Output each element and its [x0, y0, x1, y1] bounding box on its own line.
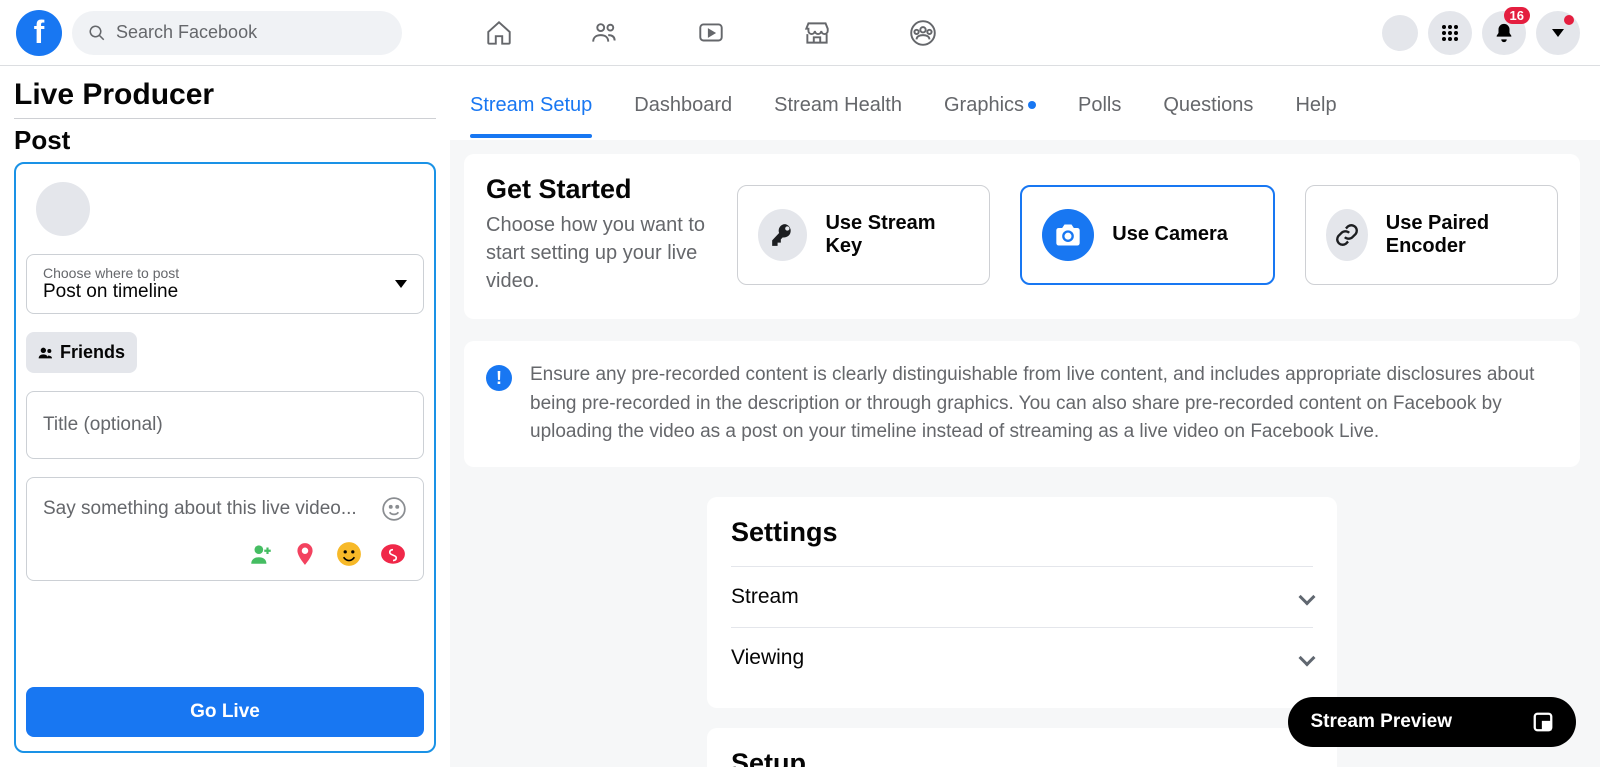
tab-graphics[interactable]: Graphics [944, 72, 1036, 135]
stream-preview-pill[interactable]: Stream Preview [1288, 697, 1576, 747]
title-placeholder: Title (optional) [43, 414, 163, 435]
notice-text: Ensure any pre-recorded content is clear… [530, 361, 1558, 447]
menu-grid-icon [1440, 23, 1460, 43]
notification-badge: 16 [1504, 7, 1530, 24]
alert-dot [1564, 15, 1574, 25]
setup-title: Setup [731, 748, 1313, 767]
tab-help[interactable]: Help [1295, 72, 1336, 135]
search-input[interactable]: Search Facebook [72, 11, 402, 55]
key-icon [770, 222, 796, 248]
facebook-logo[interactable]: f [16, 10, 62, 56]
top-header: f Search Facebook 16 [0, 0, 1600, 66]
chevron-down-icon [1299, 649, 1316, 666]
emoji-icon[interactable] [381, 496, 407, 522]
tabs: Stream Setup Dashboard Stream Health Gra… [450, 66, 1600, 140]
page-title: Live Producer [14, 78, 436, 112]
notifications-button[interactable]: 16 [1482, 11, 1526, 55]
settings-row-stream[interactable]: Stream [731, 566, 1313, 627]
title-input[interactable]: Title (optional) [26, 391, 424, 459]
user-avatar[interactable] [36, 182, 90, 236]
settings-title: Settings [731, 517, 1313, 548]
nav-groups[interactable] [878, 7, 968, 59]
nav-home[interactable] [454, 7, 544, 59]
option-label: Use Camera [1112, 223, 1228, 246]
nav-watch[interactable] [666, 7, 756, 59]
indicator-dot [1028, 101, 1036, 109]
donate-icon[interactable] [379, 540, 407, 568]
tab-stream-setup[interactable]: Stream Setup [470, 72, 592, 135]
nav-friends[interactable] [560, 7, 650, 59]
audience-chip[interactable]: Friends [26, 332, 137, 373]
friends-icon [38, 345, 54, 361]
chevron-down-icon [1552, 29, 1564, 37]
option-label: Use Paired Encoder [1386, 212, 1537, 258]
settings-card: Settings Stream Viewing [707, 497, 1337, 708]
select-value: Post on timeline [43, 281, 179, 303]
option-paired-encoder[interactable]: Use Paired Encoder [1305, 185, 1558, 285]
audience-label: Friends [60, 342, 125, 363]
location-icon[interactable] [291, 540, 319, 568]
select-label: Choose where to post [43, 265, 179, 281]
divider [14, 118, 436, 119]
main-content: Stream Setup Dashboard Stream Health Gra… [450, 66, 1600, 767]
nav-marketplace[interactable] [772, 7, 862, 59]
option-stream-key[interactable]: Use Stream Key [737, 185, 990, 285]
search-icon [88, 24, 106, 42]
nav-center [454, 7, 968, 59]
notice-card: ! Ensure any pre-recorded content is cle… [464, 341, 1580, 467]
setup-card: Setup USB2.0 HD IR UVC... Start Screen S… [707, 728, 1337, 767]
option-label: Use Stream Key [825, 212, 969, 258]
search-placeholder: Search Facebook [116, 22, 257, 43]
info-icon: ! [486, 365, 512, 391]
desc-input[interactable]: Say something about this live video... [26, 477, 424, 581]
marketplace-icon [802, 18, 832, 48]
nav-right: 16 [1382, 11, 1580, 55]
tab-dashboard[interactable]: Dashboard [634, 72, 732, 135]
post-destination-select[interactable]: Choose where to post Post on timeline [26, 254, 424, 314]
link-icon [1334, 222, 1360, 248]
get-started-card: Get Started Choose how you want to start… [464, 154, 1580, 319]
post-card: Choose where to post Post on timeline Fr… [14, 162, 436, 753]
go-live-button[interactable]: Go Live [26, 687, 424, 737]
account-button[interactable] [1536, 11, 1580, 55]
feeling-icon[interactable] [335, 540, 363, 568]
camera-icon [1054, 221, 1082, 249]
bell-icon [1493, 22, 1515, 44]
desc-placeholder: Say something about this live video... [43, 498, 357, 520]
tab-stream-health[interactable]: Stream Health [774, 72, 902, 135]
profile-avatar[interactable] [1382, 15, 1418, 51]
chevron-down-icon [1299, 588, 1316, 605]
preview-label: Stream Preview [1310, 711, 1452, 733]
option-use-camera[interactable]: Use Camera [1020, 185, 1275, 285]
friends-icon [590, 18, 620, 48]
attachment-row [43, 540, 407, 568]
watch-icon [696, 18, 726, 48]
home-icon [484, 18, 514, 48]
sidebar: Live Producer Post Choose where to post … [0, 66, 450, 767]
menu-button[interactable] [1428, 11, 1472, 55]
settings-row-viewing[interactable]: Viewing [731, 627, 1313, 688]
groups-icon [908, 18, 938, 48]
section-post-title: Post [14, 125, 436, 156]
get-started-desc: Choose how you want to start setting up … [486, 211, 707, 295]
tab-questions[interactable]: Questions [1163, 72, 1253, 135]
get-started-title: Get Started [486, 174, 707, 205]
chevron-down-icon [395, 280, 407, 288]
tab-polls[interactable]: Polls [1078, 72, 1121, 135]
expand-icon [1532, 711, 1554, 733]
tag-people-icon[interactable] [247, 540, 275, 568]
